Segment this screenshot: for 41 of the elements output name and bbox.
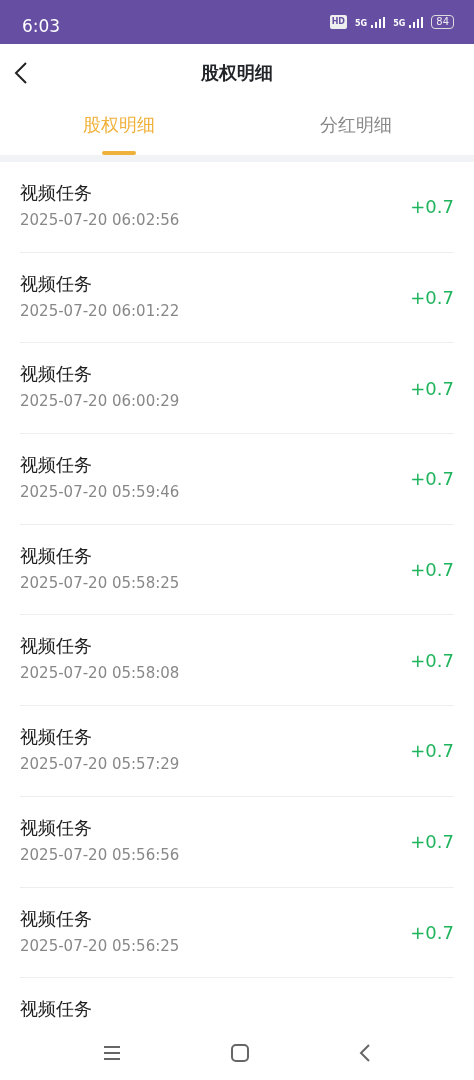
record-time: 2025-07-20 05:57:29 bbox=[20, 754, 180, 776]
record-title: 视频任务 bbox=[20, 271, 93, 296]
record-time: 2025-07-20 06:01:22 bbox=[20, 300, 180, 322]
record-title: 视频任务 bbox=[20, 997, 92, 1022]
record-amount: +0.7 bbox=[410, 558, 454, 583]
signal-icon bbox=[371, 16, 386, 28]
record-time: 2025-07-20 05:59:46 bbox=[20, 482, 180, 504]
record-time: 2025-07-20 05:56:56 bbox=[20, 844, 180, 866]
record-time: 2025-07-20 06:00:29 bbox=[20, 391, 180, 413]
record-amount: +0.7 bbox=[410, 830, 454, 855]
back-icon[interactable] bbox=[359, 1043, 371, 1062]
record-title: 视频任务 bbox=[20, 453, 93, 478]
record-amount: +0.7 bbox=[410, 376, 454, 401]
record-amount: +0.7 bbox=[410, 467, 454, 492]
record-title: 视频任务 bbox=[20, 634, 93, 659]
page-title: 股权明细 bbox=[201, 60, 273, 85]
record-time: 2025-07-20 05:58:08 bbox=[20, 663, 180, 685]
record-time: 2025-07-20 06:02:56 bbox=[20, 210, 180, 231]
record-title: 视频任务 bbox=[20, 725, 93, 750]
tab[interactable]: 股权明细 bbox=[0, 100, 237, 155]
record-amount: +0.7 bbox=[410, 920, 454, 945]
hd-badge: HD bbox=[329, 15, 347, 29]
home-icon[interactable] bbox=[231, 1043, 249, 1062]
menu-icon[interactable] bbox=[103, 1044, 121, 1061]
record-time: 2025-07-20 05:56:25 bbox=[20, 935, 180, 957]
network-label: 5G bbox=[355, 19, 368, 28]
record-time: 2025-07-20 05:58:25 bbox=[20, 572, 180, 594]
record-title: 视频任务 bbox=[20, 362, 93, 387]
record-title: 视频任务 bbox=[20, 181, 93, 205]
record-title: 视频任务 bbox=[20, 815, 93, 840]
record-amount: +0.7 bbox=[410, 739, 454, 764]
status-time: 6:03 bbox=[22, 15, 61, 39]
battery-level: 84 bbox=[431, 15, 454, 29]
record-amount: +0.7 bbox=[410, 195, 454, 220]
network-label: 5G bbox=[393, 19, 406, 28]
record-title: 视频任务 bbox=[20, 543, 93, 568]
record-amount: +0.7 bbox=[410, 286, 454, 311]
tab[interactable]: 分红明细 bbox=[237, 100, 474, 155]
record-amount: +0.7 bbox=[410, 648, 454, 673]
record-title: 视频任务 bbox=[20, 906, 93, 931]
signal-icon bbox=[409, 16, 424, 28]
